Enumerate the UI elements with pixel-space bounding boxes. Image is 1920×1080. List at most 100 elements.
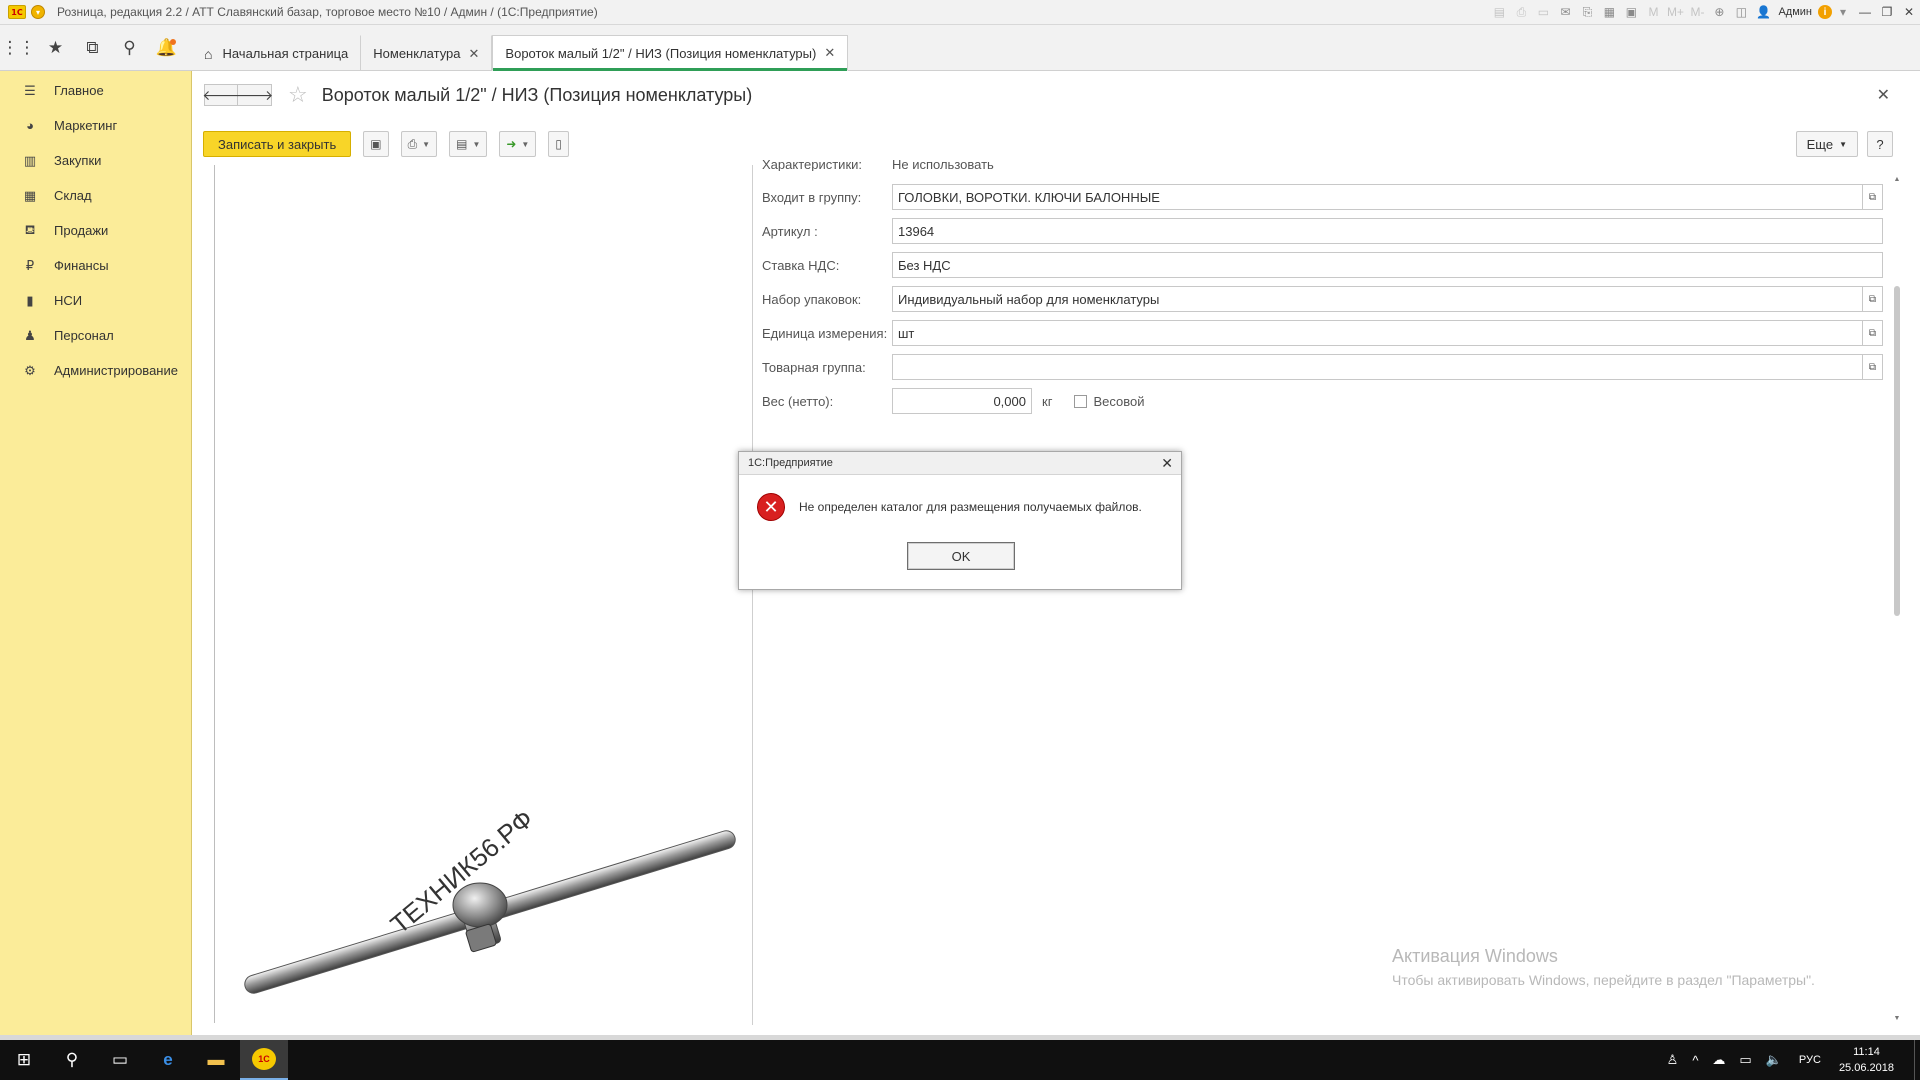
zoom-icon[interactable]: ⊕ [1708, 0, 1730, 25]
top-nav: ⋮⋮ ★ ⧉ ⚲ 🔔 ⌂ Начальная страница Номенкла… [0, 25, 1920, 71]
sidebar: ☰ Главное ◕ Маркетинг ▥ Закупки ▦ Склад ⛾ Про… [0, 71, 192, 1035]
memory-icon[interactable]: M [1642, 0, 1664, 25]
open-icon[interactable]: ⧉ [1863, 354, 1883, 380]
onedrive-icon[interactable]: ☁ [1705, 1052, 1732, 1068]
taskbar-1c-app[interactable]: 1С [240, 1040, 288, 1080]
reports-button[interactable]: ▤ ▼ [449, 131, 488, 157]
panel-splitter[interactable] [752, 165, 753, 1025]
forward-button[interactable]: 🡒 [236, 84, 273, 106]
top-icons: ⋮⋮ ★ ⧉ ⚲ 🔔 [0, 25, 190, 71]
search-icon[interactable]: ⚲ [111, 25, 148, 71]
task-view-icon[interactable]: ▭ [96, 1040, 144, 1080]
product-group-field[interactable] [892, 354, 1863, 380]
link-icon[interactable]: ⎘ [1576, 0, 1598, 25]
bell-icon[interactable]: 🔔 [148, 25, 185, 71]
search-icon[interactable]: ⚲ [48, 1040, 96, 1080]
ok-button[interactable]: OK [907, 542, 1015, 570]
clock[interactable]: 11:14 25.06.2018 [1831, 1044, 1914, 1076]
characteristics-row: Характеристики: Не использовать [762, 157, 994, 171]
menu-lines-icon: ☰ [24, 82, 36, 98]
unit-field[interactable]: шт [892, 320, 1863, 346]
app-menu-icon[interactable]: ▾ [31, 5, 45, 19]
help-button[interactable]: ? [1867, 131, 1893, 157]
sidebar-item-administration[interactable]: ⚙ Администрирование [0, 353, 191, 388]
print-icon[interactable]: ⎙ [1510, 0, 1532, 25]
sidebar-item-label: Главное [54, 83, 104, 98]
weighted-checkbox[interactable] [1074, 394, 1088, 408]
sidebar-item-purchases[interactable]: ▥ Закупки [0, 143, 191, 178]
group-field[interactable]: ГОЛОВКИ, ВОРОТКИ. КЛЮЧИ БАЛОННЫЕ [892, 184, 1863, 210]
user-icon: 👤 [1755, 5, 1771, 19]
pie-chart-icon: ◕ [26, 118, 34, 133]
scrollbar-thumb[interactable] [1894, 286, 1900, 616]
show-desktop[interactable] [1914, 1040, 1920, 1080]
user-name[interactable]: Админ [1778, 6, 1812, 18]
network-icon[interactable]: ▭ [1732, 1052, 1758, 1068]
ruble-icon: ₽ [25, 257, 35, 273]
form-close-icon[interactable]: ✕ [1877, 85, 1890, 105]
memory-minus-icon[interactable]: M- [1686, 0, 1708, 25]
sidebar-item-main[interactable]: ☰ Главное [0, 73, 191, 108]
open-icon[interactable]: ⧉ [1863, 320, 1883, 346]
restore-icon[interactable]: ❐ [1876, 0, 1898, 25]
packages-field[interactable]: Индивидуальный набор для номенклатуры [892, 286, 1863, 312]
sidebar-item-nsi[interactable]: ▮ НСИ [0, 283, 191, 318]
people-icon[interactable]: ♙ [1660, 1052, 1686, 1068]
save-icon[interactable]: ▤ [1488, 0, 1510, 25]
more-button[interactable]: Еще ▼ [1795, 131, 1858, 157]
chevron-up-icon[interactable]: ^ [1685, 1053, 1705, 1068]
home-icon: ⌂ [204, 45, 213, 62]
dialog-body: ✕ Не определен каталог для размещения по… [739, 475, 1181, 521]
characteristics-value[interactable]: Не использовать [892, 157, 994, 171]
language-indicator[interactable]: РУС [1789, 1054, 1831, 1066]
favorites-star-icon[interactable]: ★ [37, 25, 74, 71]
save-button[interactable]: ▣ [363, 131, 389, 157]
tab-nomenclature[interactable]: Номенклатура ✕ [361, 35, 493, 71]
edge-icon[interactable]: e [144, 1040, 192, 1080]
info-icon[interactable]: i [1818, 5, 1832, 19]
back-button[interactable]: 🡐 [202, 84, 240, 106]
sidebar-item-label: Закупки [54, 153, 102, 168]
product-image[interactable]: ТЕХНИК56.РФ [222, 165, 752, 1025]
close-window-icon[interactable]: ✕ [1898, 0, 1920, 25]
mail-icon[interactable]: ✉ [1554, 0, 1576, 25]
sidebar-item-sales[interactable]: ⛾ Продажи [0, 213, 191, 248]
tab-home[interactable]: ⌂ Начальная страница [192, 35, 362, 71]
tab-current-item[interactable]: Вороток малый 1/2" / НИЗ (Позиция номенк… [492, 35, 849, 71]
close-icon[interactable]: ✕ [469, 46, 480, 62]
sidebar-item-marketing[interactable]: ◕ Маркетинг [0, 108, 191, 143]
history-icon[interactable]: ⧉ [74, 25, 111, 71]
sidebar-item-finance[interactable]: ₽ Финансы [0, 248, 191, 283]
vat-field[interactable]: Без НДС [892, 252, 1883, 278]
save-and-close-button[interactable]: Записать и закрыть [203, 131, 352, 157]
memory-plus-icon[interactable]: M+ [1664, 0, 1686, 25]
calendar-icon[interactable]: ▣ [1620, 0, 1642, 25]
more-label: Еще [1806, 136, 1834, 152]
article-field[interactable]: 13964 [892, 218, 1883, 244]
print-button[interactable]: ⎙ ▼ [400, 131, 438, 157]
preview-icon[interactable]: ▭ [1532, 0, 1554, 25]
volume-icon[interactable]: 🔈 [1759, 1052, 1789, 1068]
close-icon[interactable]: ✕ [824, 45, 835, 61]
windows-start-icon[interactable]: ⊞ [0, 1040, 48, 1080]
panels-icon[interactable]: ◫ [1730, 0, 1752, 25]
attachments-button[interactable]: ▯ [548, 131, 569, 157]
file-explorer-icon[interactable]: ▬ [192, 1040, 240, 1080]
minimize-icon[interactable]: — [1854, 0, 1876, 25]
apps-grid-icon[interactable]: ⋮⋮ [0, 25, 37, 71]
sidebar-item-personnel[interactable]: ♟ Персонал [0, 318, 191, 353]
sidebar-item-warehouse[interactable]: ▦ Склад [0, 178, 191, 213]
create-based-button[interactable]: ➜ ▼ [499, 131, 537, 157]
calculator-icon[interactable]: ▦ [1598, 0, 1620, 25]
chevron-down-icon[interactable]: ▾ [1832, 0, 1854, 25]
scroll-down-icon[interactable]: ▼ [1893, 1015, 1901, 1022]
open-icon[interactable]: ⧉ [1863, 184, 1883, 210]
favorite-star-icon[interactable]: ☆ [288, 82, 308, 108]
dialog-close-icon[interactable]: ✕ [1161, 455, 1173, 472]
checkbox-label[interactable]: Весовой [1093, 394, 1144, 409]
open-icon[interactable]: ⧉ [1863, 286, 1883, 312]
vat-row: Ставка НДС: Без НДС [762, 252, 1883, 278]
weight-field[interactable]: 0,000 [892, 388, 1032, 414]
scroll-up-icon[interactable]: ▲ [1893, 176, 1901, 183]
vertical-scrollbar[interactable]: ▲ ▼ [1893, 176, 1901, 1022]
